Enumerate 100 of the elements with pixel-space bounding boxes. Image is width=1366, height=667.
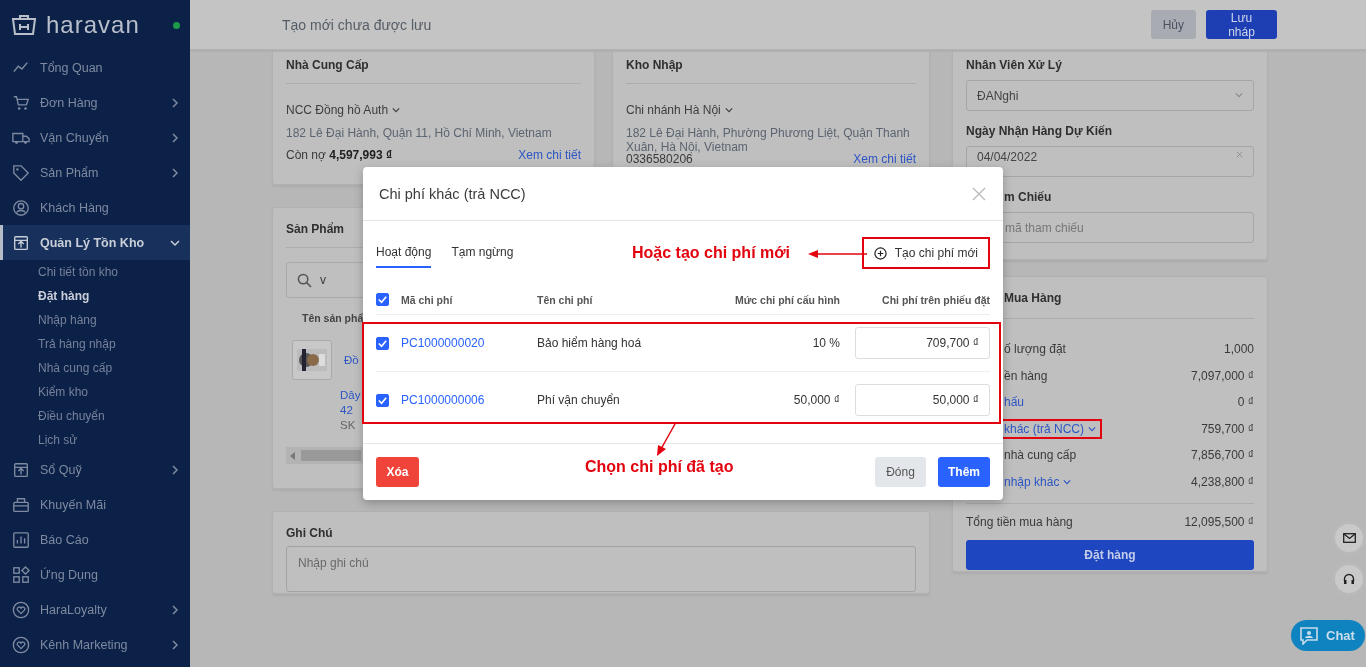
save-draft-button[interactable]: Lưu nháp (1206, 10, 1277, 39)
summary-link[interactable]: khác (trả NCC) (1004, 421, 1096, 436)
chevron-icon (170, 464, 180, 475)
summary-label: ền hàng (1004, 368, 1048, 383)
summary-value: 0 ₫ (1237, 395, 1254, 410)
sidebar-item[interactable]: Khuyến Mãi (0, 487, 190, 522)
logo[interactable]: haravan (46, 11, 140, 39)
chevron-icon (170, 132, 180, 143)
add-button[interactable]: Thêm (938, 457, 990, 487)
checkbox[interactable] (376, 336, 389, 350)
order-button[interactable]: Đặt hàng (966, 540, 1254, 570)
caret-icon (1088, 424, 1096, 433)
scroll-left-icon (290, 451, 295, 460)
warehouse-selector[interactable]: Chi nhánh Hà Nội (626, 103, 916, 117)
supplier-selector[interactable]: NCC Đồng hồ Auth (286, 103, 581, 117)
sidebar-item[interactable]: Sản Phẩm (0, 155, 190, 190)
page-title: Tạo mới chưa được lưu (282, 16, 433, 33)
column-header: Tên chi phí (537, 292, 594, 308)
amount-field[interactable]: 50,000 ₫ (855, 384, 990, 416)
amount-field[interactable]: 709,700 ₫ (855, 327, 990, 359)
tag-icon (12, 163, 30, 182)
detail-link[interactable]: Xem chi tiết (853, 152, 916, 166)
staff-select[interactable]: ĐANghi (966, 80, 1254, 111)
sidebar-item[interactable]: Ứng Dụng (0, 557, 190, 592)
bar-chart-icon (12, 530, 30, 549)
sidebar-item[interactable]: Vận Chuyển (0, 120, 190, 155)
tab[interactable]: Hoạt động (376, 238, 432, 268)
sidebar-subitem[interactable]: Điều chuyển (0, 404, 190, 428)
box-icon (12, 460, 30, 479)
chevron-icon (170, 604, 180, 615)
variant-text[interactable]: Dây (340, 388, 361, 403)
gift-icon (12, 495, 30, 514)
sidebar-subitem[interactable]: Đặt hàng (0, 284, 190, 308)
summary-value: 4,238,800 ₫ (1191, 474, 1254, 489)
summary-value: 7,097,000 ₫ (1191, 368, 1254, 383)
sidebar-subitem[interactable]: Lịch sử (0, 428, 190, 452)
sidebar-item[interactable]: Báo Cáo (0, 522, 190, 557)
search-icon (297, 272, 312, 288)
sidebar-item[interactable]: Kênh Marketing (0, 627, 190, 662)
cancel-button[interactable]: Hủy (1150, 10, 1196, 39)
delete-button[interactable]: Xóa (376, 457, 419, 487)
annotation-text: Chọn chi phí đã tạo (585, 458, 734, 476)
cart-icon (12, 93, 30, 112)
mail-icon (1342, 533, 1356, 543)
summary-label: nhà cung cấp (1004, 448, 1077, 463)
plus-circle-icon (873, 246, 887, 260)
card-title: Ghi Chú (286, 525, 334, 540)
configured-cost: 10 % (812, 336, 840, 350)
caret-icon (724, 106, 733, 114)
product-name[interactable]: Đồ (344, 354, 359, 366)
card-title: Nhà Cung Cấp (286, 52, 581, 84)
sidebar-subitem[interactable]: Kiểm kho (0, 380, 190, 404)
caret-icon (392, 106, 401, 114)
chevron-icon (170, 97, 180, 108)
chat-button[interactable]: Chat (1291, 620, 1365, 651)
checkbox[interactable] (376, 293, 389, 306)
cost-name: Phí vận chuyển (537, 393, 620, 407)
column-header: Mã chi phí (401, 292, 454, 308)
debt-text: Còn nợ 4,597,993 ₫ (286, 148, 393, 162)
field-label: Ngày Nhận Hàng Dự Kiến (966, 124, 1113, 138)
field-label: Nhân Viên Xử Lý (966, 58, 1062, 72)
sidebar-item[interactable]: Sổ Quỹ (0, 452, 190, 487)
summary-link[interactable]: nhập khác (1004, 474, 1072, 489)
cost-code-link[interactable]: PC1000000020 (401, 336, 485, 350)
sidebar-item[interactable]: Đơn Hàng (0, 85, 190, 120)
box-icon (12, 233, 30, 252)
notes-field[interactable]: Nhập ghi chú (286, 546, 916, 592)
column-header: Chi phí trên phiếu đặt (881, 292, 990, 309)
headset-icon (1343, 573, 1355, 585)
warehouse-address: 182 Lê Đại Hành, Phường Phương Liệt, Quận Thanh Xuân, Hà Nội, Vietnam (626, 126, 910, 154)
column-header: Mức chi phí cấu hình (733, 292, 840, 308)
sidebar-item[interactable]: Khách Hàng (0, 190, 190, 225)
sidebar-subitem[interactable]: Trả hàng nhập (0, 332, 190, 356)
summary-value: 759,700 ₫ (1201, 421, 1254, 436)
user-icon (12, 198, 30, 217)
configured-cost: 50,000 ₫ (793, 393, 840, 407)
chevron-icon (170, 639, 180, 650)
caret-icon (1063, 477, 1072, 486)
variant-text[interactable]: 42 (340, 403, 353, 418)
chat-icon (1299, 626, 1319, 645)
sidebar-subitem[interactable]: Nhà cung cấp (0, 356, 190, 380)
sidebar-item[interactable]: HaraLoyalty (0, 592, 190, 627)
field-label: m Chiếu (1004, 190, 1052, 204)
total-value: 12,095,500 ₫ (1184, 515, 1254, 529)
sidebar-subitem[interactable]: Chi tiết tồn kho (0, 260, 190, 284)
summary-value: 7,856,700 ₫ (1191, 448, 1254, 463)
summary-value: 1,000 (1223, 342, 1254, 357)
card-title: Mua Hàng (1004, 291, 1062, 305)
close-button[interactable]: Đóng (875, 457, 926, 487)
sidebar-subitem[interactable]: Nhập hàng (0, 308, 190, 332)
sidebar-item[interactable]: Tổng Quan (0, 50, 190, 85)
arrow (655, 424, 677, 456)
summary-link[interactable]: hấu (1004, 395, 1025, 410)
column-header: Tên sản phẩ (302, 312, 365, 324)
sidebar-item[interactable]: Quản Lý Tồn Kho (0, 225, 190, 260)
dialog-title: Chi phí khác (trả NCC) (379, 185, 527, 202)
detail-link[interactable]: Xem chi tiết (518, 148, 581, 162)
checkbox[interactable] (376, 393, 389, 407)
supplier-address: 182 Lê Đại Hành, Quận 11, Hồ Chí Minh, Vietnam (286, 126, 553, 140)
cost-code-link[interactable]: PC1000000006 (401, 393, 485, 407)
